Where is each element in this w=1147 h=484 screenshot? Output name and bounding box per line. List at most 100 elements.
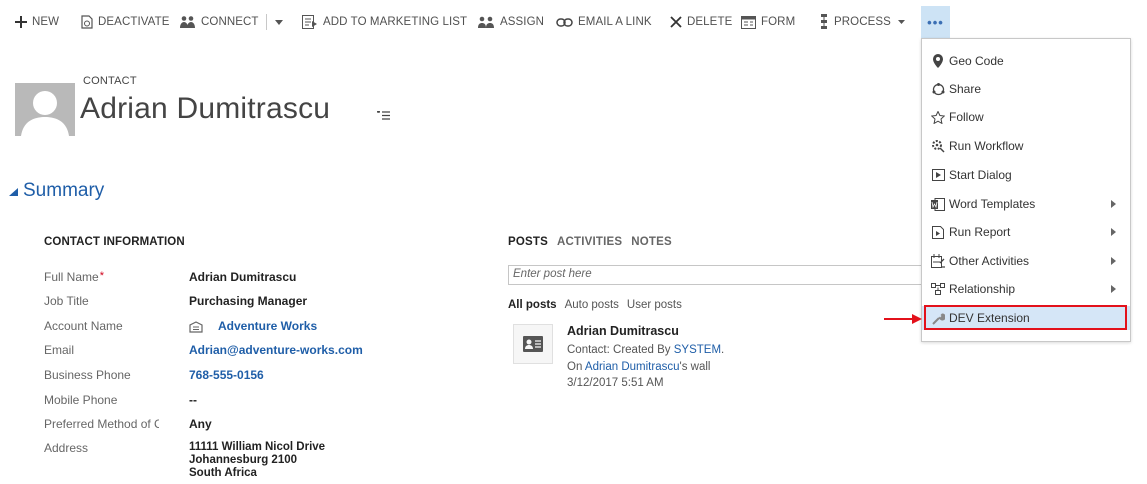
field-mobile-phone[interactable]: Mobile Phone --: [44, 393, 484, 413]
menu-item-relationship[interactable]: Relationship: [922, 277, 1130, 301]
more-commands-button[interactable]: •••: [921, 6, 950, 38]
required-asterisk-icon: *: [99, 270, 104, 282]
field-full-name[interactable]: Full Name* Adrian Dumitrascu: [44, 270, 484, 290]
menu-item-share[interactable]: Share: [922, 77, 1130, 101]
menu-item-other-activities[interactable]: Other Activities: [922, 249, 1130, 273]
field-job-title[interactable]: Job Title Purchasing Manager: [44, 294, 484, 314]
tab-notes[interactable]: NOTES: [631, 236, 672, 248]
person-silhouette-icon: [15, 83, 75, 136]
field-value[interactable]: Any: [189, 417, 212, 431]
contact-information-title: CONTACT INFORMATION: [44, 236, 185, 248]
record-name: Adrian Dumitrascu: [80, 92, 331, 125]
field-label: Address: [44, 441, 89, 455]
add-to-marketing-list-button[interactable]: ADD TO MARKETING LIST: [302, 13, 467, 31]
report-icon: [931, 225, 945, 239]
collapse-triangle-icon: [9, 180, 18, 202]
star-icon: [931, 110, 945, 124]
system-link[interactable]: SYSTEM: [674, 344, 721, 356]
submenu-arrow-icon: [1111, 200, 1116, 208]
menu-item-word-templates[interactable]: Word Templates: [922, 192, 1130, 216]
filter-all-posts[interactable]: All posts: [508, 299, 557, 311]
filter-auto-posts[interactable]: Auto posts: [565, 299, 619, 311]
connect-dropdown[interactable]: [275, 13, 288, 31]
wall-owner-link[interactable]: Adrian Dumitrascu: [585, 361, 680, 373]
relationship-icon: [931, 282, 945, 296]
plus-icon: [15, 16, 27, 28]
menu-item-geo-code[interactable]: Geo Code: [922, 49, 1130, 73]
menu-item-label: Run Workflow: [949, 139, 1024, 153]
assign-button-label: ASSIGN: [500, 16, 545, 28]
entity-type-label: CONTACT: [83, 75, 137, 87]
marketing-list-icon: [302, 15, 318, 29]
menu-item-run-report[interactable]: Run Report: [922, 220, 1130, 244]
post-timestamp: 3/12/2017 5:51 AM: [567, 377, 664, 389]
delete-button[interactable]: DELETE: [670, 13, 732, 31]
field-label: Email: [44, 343, 75, 357]
field-business-phone[interactable]: Business Phone 768-555-0156: [44, 368, 484, 388]
menu-item-label: Relationship: [949, 282, 1016, 296]
menu-item-follow[interactable]: Follow: [922, 105, 1130, 129]
menu-item-label: Share: [949, 82, 982, 96]
address-value[interactable]: 11111 William Nicol Drive Johannesburg 2…: [189, 441, 325, 480]
link-icon: [556, 17, 573, 27]
submenu-arrow-icon: [1111, 257, 1116, 265]
assign-button[interactable]: ASSIGN: [478, 13, 544, 31]
post-input[interactable]: Enter post here: [508, 265, 928, 285]
contact-avatar[interactable]: [15, 83, 75, 136]
email-a-link-button[interactable]: EMAIL A LINK: [556, 13, 652, 31]
field-email[interactable]: Email Adrian@adventure-works.com: [44, 343, 484, 363]
phone-link[interactable]: 768-555-0156: [189, 368, 264, 382]
menu-item-label: Word Templates: [949, 197, 1036, 211]
field-label: Business Phone: [44, 368, 131, 382]
tab-posts[interactable]: POSTS: [508, 236, 548, 248]
field-preferred-contact[interactable]: Preferred Method of Contact Any: [44, 417, 484, 437]
assign-icon: [478, 16, 495, 29]
post-line-created: Contact: Created By SYSTEM.: [567, 344, 724, 356]
word-icon: [931, 197, 945, 211]
activities-icon: [931, 254, 945, 268]
process-button-label: PROCESS: [834, 16, 891, 28]
field-account-name[interactable]: Account Name Adventure Works: [44, 319, 484, 339]
connect-divider: [266, 14, 267, 30]
menu-item-label: Geo Code: [949, 54, 1004, 68]
summary-title: Summary: [23, 180, 105, 201]
form-selector-icon[interactable]: [377, 107, 390, 125]
map-pin-icon: [931, 54, 945, 68]
process-icon: [819, 14, 829, 30]
field-value[interactable]: Purchasing Manager: [189, 294, 307, 308]
form-button-label: FORM: [761, 16, 796, 28]
share-icon: [931, 82, 945, 96]
field-value[interactable]: Adrian Dumitrascu: [189, 270, 296, 284]
email-link[interactable]: Adrian@adventure-works.com: [189, 343, 363, 357]
deactivate-button-label: DEACTIVATE: [98, 16, 170, 28]
menu-item-run-workflow[interactable]: Run Workflow: [922, 134, 1130, 158]
filter-user-posts[interactable]: User posts: [627, 299, 682, 311]
summary-section-toggle[interactable]: Summary: [9, 180, 104, 202]
post-text: On: [567, 361, 585, 373]
dialog-icon: [931, 168, 945, 182]
connect-icon: [180, 15, 196, 29]
menu-item-label: Follow: [949, 110, 984, 124]
menu-item-dev-extension[interactable]: DEV Extension: [922, 306, 1130, 330]
post-contact-icon: [513, 324, 553, 364]
caret-down-icon: [275, 19, 283, 25]
new-button[interactable]: NEW: [15, 13, 59, 31]
overflow-menu: Geo Code Share Follow Run Workflow Start…: [921, 38, 1131, 342]
connect-button[interactable]: CONNECT: [180, 13, 259, 31]
post-author[interactable]: Adrian Dumitrascu: [567, 324, 679, 338]
post-text: 's wall: [679, 361, 711, 373]
menu-item-start-dialog[interactable]: Start Dialog: [922, 163, 1130, 187]
deactivate-button[interactable]: DEACTIVATE: [81, 13, 170, 31]
form-button[interactable]: FORM: [741, 13, 795, 31]
process-button[interactable]: PROCESS: [819, 13, 910, 31]
form-icon: [741, 15, 756, 29]
account-link[interactable]: Adventure Works: [218, 319, 317, 333]
delete-button-label: DELETE: [687, 16, 733, 28]
submenu-arrow-icon: [1111, 285, 1116, 293]
field-address[interactable]: Address 11111 William Nicol Drive Johann…: [44, 441, 484, 484]
field-value[interactable]: --: [189, 393, 197, 407]
new-button-label: NEW: [32, 16, 60, 28]
post-text: .: [721, 344, 725, 356]
tab-activities[interactable]: ACTIVITIES: [557, 236, 622, 248]
annotation-arrow-icon: [884, 314, 922, 324]
